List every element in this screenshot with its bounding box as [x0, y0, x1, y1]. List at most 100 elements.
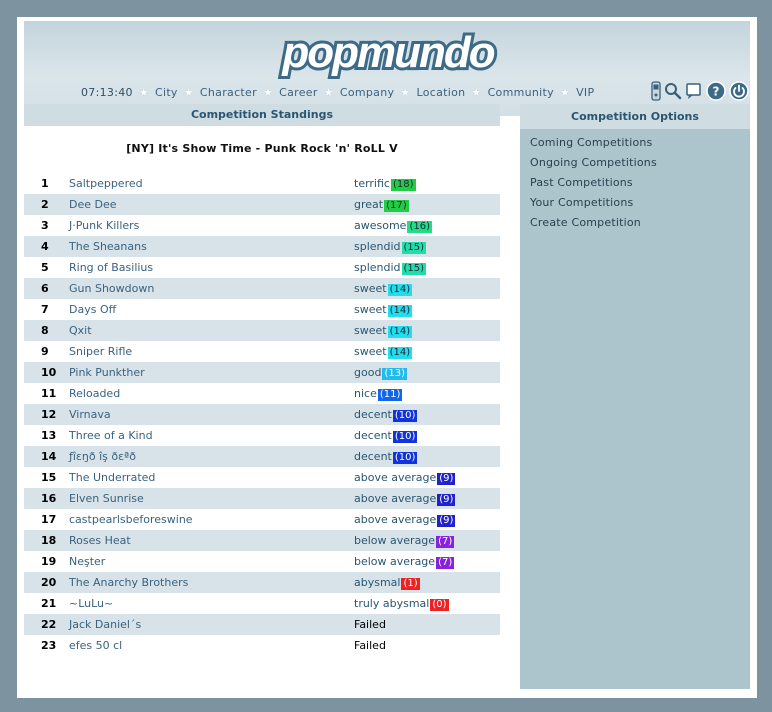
- band-link[interactable]: Days Off: [69, 303, 116, 316]
- rating-cell: decent (10): [354, 446, 500, 467]
- option-coming-competitions[interactable]: Coming Competitions: [530, 133, 750, 153]
- search-icon[interactable]: [664, 82, 682, 103]
- rating-cell: above average (9): [354, 467, 500, 488]
- nav-separator: ★: [183, 85, 194, 99]
- nav-link-community[interactable]: Community: [488, 86, 554, 99]
- score-badge: (7): [436, 556, 455, 569]
- rating-cell: nice (11): [354, 383, 500, 404]
- rank-cell: 16: [41, 492, 57, 505]
- score-badge: (13): [382, 367, 407, 380]
- rank-cell: 9: [41, 345, 49, 358]
- rating-cell: below average (7): [354, 530, 500, 551]
- band-link[interactable]: Saltpeppered: [69, 177, 143, 190]
- band-link[interactable]: The Underrated: [69, 471, 155, 484]
- band-cell: Qxit: [69, 320, 354, 341]
- rating-label: great: [354, 197, 384, 211]
- band-link[interactable]: Pink Punkther: [69, 366, 145, 379]
- rating-label: decent: [354, 449, 392, 463]
- option-create-competition[interactable]: Create Competition: [530, 213, 750, 233]
- band-cell: The Anarchy Brothers: [69, 572, 354, 593]
- popmundo-logo[interactable]: popmundo: [268, 25, 508, 81]
- rating-label: awesome: [354, 218, 407, 232]
- rank-cell: 13: [41, 429, 57, 442]
- band-link[interactable]: Virnava: [69, 408, 111, 421]
- rank-cell: 11: [41, 387, 57, 400]
- clock: 07:13:40: [81, 85, 133, 99]
- nav-link-city[interactable]: City: [155, 86, 178, 99]
- rating-label: below average: [354, 554, 436, 568]
- rating-label: decent: [354, 407, 392, 421]
- band-link[interactable]: efes 50 cl: [69, 639, 122, 652]
- rank-cell: 20: [41, 576, 57, 589]
- rating-label: above average: [354, 470, 437, 484]
- nav-separator: ★: [471, 85, 482, 99]
- band-cell: Reloaded: [69, 383, 354, 404]
- rating-cell: awesome (16): [354, 215, 500, 236]
- band-link[interactable]: Three of a Kind: [69, 429, 153, 442]
- band-cell: ƒîɛŋð îş ðɛªð: [69, 446, 354, 467]
- option-ongoing-competitions[interactable]: Ongoing Competitions: [530, 153, 750, 173]
- logo-graphic: popmundo: [278, 25, 499, 80]
- band-link[interactable]: The Anarchy Brothers: [69, 576, 188, 589]
- option-your-competitions[interactable]: Your Competitions: [530, 193, 750, 213]
- nav-separator: ★: [138, 85, 149, 99]
- rating-label: abysmal: [354, 575, 401, 589]
- standings-row: 10 Pink Punkther good (13): [24, 362, 500, 383]
- rating-cell: above average (9): [354, 509, 500, 530]
- band-link[interactable]: Roses Heat: [69, 534, 131, 547]
- nav-link-company[interactable]: Company: [340, 86, 394, 99]
- rating-label: above average: [354, 491, 437, 505]
- nav-link-career[interactable]: Career: [279, 86, 318, 99]
- logo-text-svg: popmundo: [281, 28, 494, 77]
- band-link[interactable]: Sniper Rifle: [69, 345, 132, 358]
- score-badge: (10): [392, 451, 418, 464]
- standings-heading: Competition Standings: [24, 104, 500, 126]
- band-link[interactable]: ~LuLu~: [69, 597, 113, 610]
- band-cell: The Sheanans: [69, 236, 354, 257]
- band-link[interactable]: ƒîɛŋð îş ðɛªð: [69, 450, 136, 463]
- band-cell: Dee Dee: [69, 194, 354, 215]
- nav-link-location[interactable]: Location: [416, 86, 465, 99]
- score-badge: (15): [401, 262, 427, 275]
- options-heading: Competition Options: [520, 104, 750, 129]
- band-link[interactable]: Ring of Basilius: [69, 261, 153, 274]
- help-icon[interactable]: ?: [706, 80, 726, 104]
- standings-row: 14 ƒîɛŋð îş ðɛªð decent (10): [24, 446, 500, 467]
- band-link[interactable]: The Sheanans: [69, 240, 147, 253]
- band-link[interactable]: Elven Sunrise: [69, 492, 144, 505]
- nav-link-vip[interactable]: VIP: [576, 86, 594, 99]
- band-link[interactable]: Dee Dee: [69, 198, 117, 211]
- score-badge: (10): [392, 430, 418, 443]
- power-icon[interactable]: [729, 80, 749, 104]
- standings-row: 18 Roses Heat below average (7): [24, 530, 500, 551]
- options-list: Coming Competitions Ongoing Competitions P…: [520, 129, 750, 233]
- rating-label: Failed: [354, 618, 386, 631]
- score-badge: (9): [437, 493, 456, 506]
- band-link[interactable]: Qxit: [69, 324, 92, 337]
- option-past-competitions[interactable]: Past Competitions: [530, 173, 750, 193]
- nav-link-character[interactable]: Character: [200, 86, 257, 99]
- band-link[interactable]: Neşter: [69, 555, 105, 568]
- band-cell: efes 50 cl: [69, 635, 354, 656]
- score-badge: (15): [401, 241, 427, 254]
- band-cell: ~LuLu~: [69, 593, 354, 614]
- chat-icon[interactable]: [685, 82, 703, 103]
- rank-cell: 3: [41, 219, 49, 232]
- band-link[interactable]: castpearlsbeforeswine: [69, 513, 193, 526]
- band-link[interactable]: Reloaded: [69, 387, 120, 400]
- rank-cell: 18: [41, 534, 57, 547]
- band-link[interactable]: J·Punk Killers: [69, 219, 139, 232]
- standings-row: 5 Ring of Basilius splendid (15): [24, 257, 500, 278]
- standings-row: 21 ~LuLu~ truly abysmal (0): [24, 593, 500, 614]
- rating-cell: great (17): [354, 194, 500, 215]
- score-badge: (17): [384, 199, 409, 212]
- phone-icon[interactable]: [651, 80, 661, 104]
- rating-cell: splendid (15): [354, 257, 500, 278]
- band-link[interactable]: Gun Showdown: [69, 282, 154, 295]
- standings-panel: Competition Standings [NY] It's Show Tim…: [24, 104, 500, 656]
- rating-cell: decent (10): [354, 404, 500, 425]
- standings-row: 15 The Underrated above average (9): [24, 467, 500, 488]
- score-badge: (18): [390, 178, 416, 191]
- rating-label: good: [354, 365, 382, 379]
- band-link[interactable]: Jack Daniel´s: [69, 618, 141, 631]
